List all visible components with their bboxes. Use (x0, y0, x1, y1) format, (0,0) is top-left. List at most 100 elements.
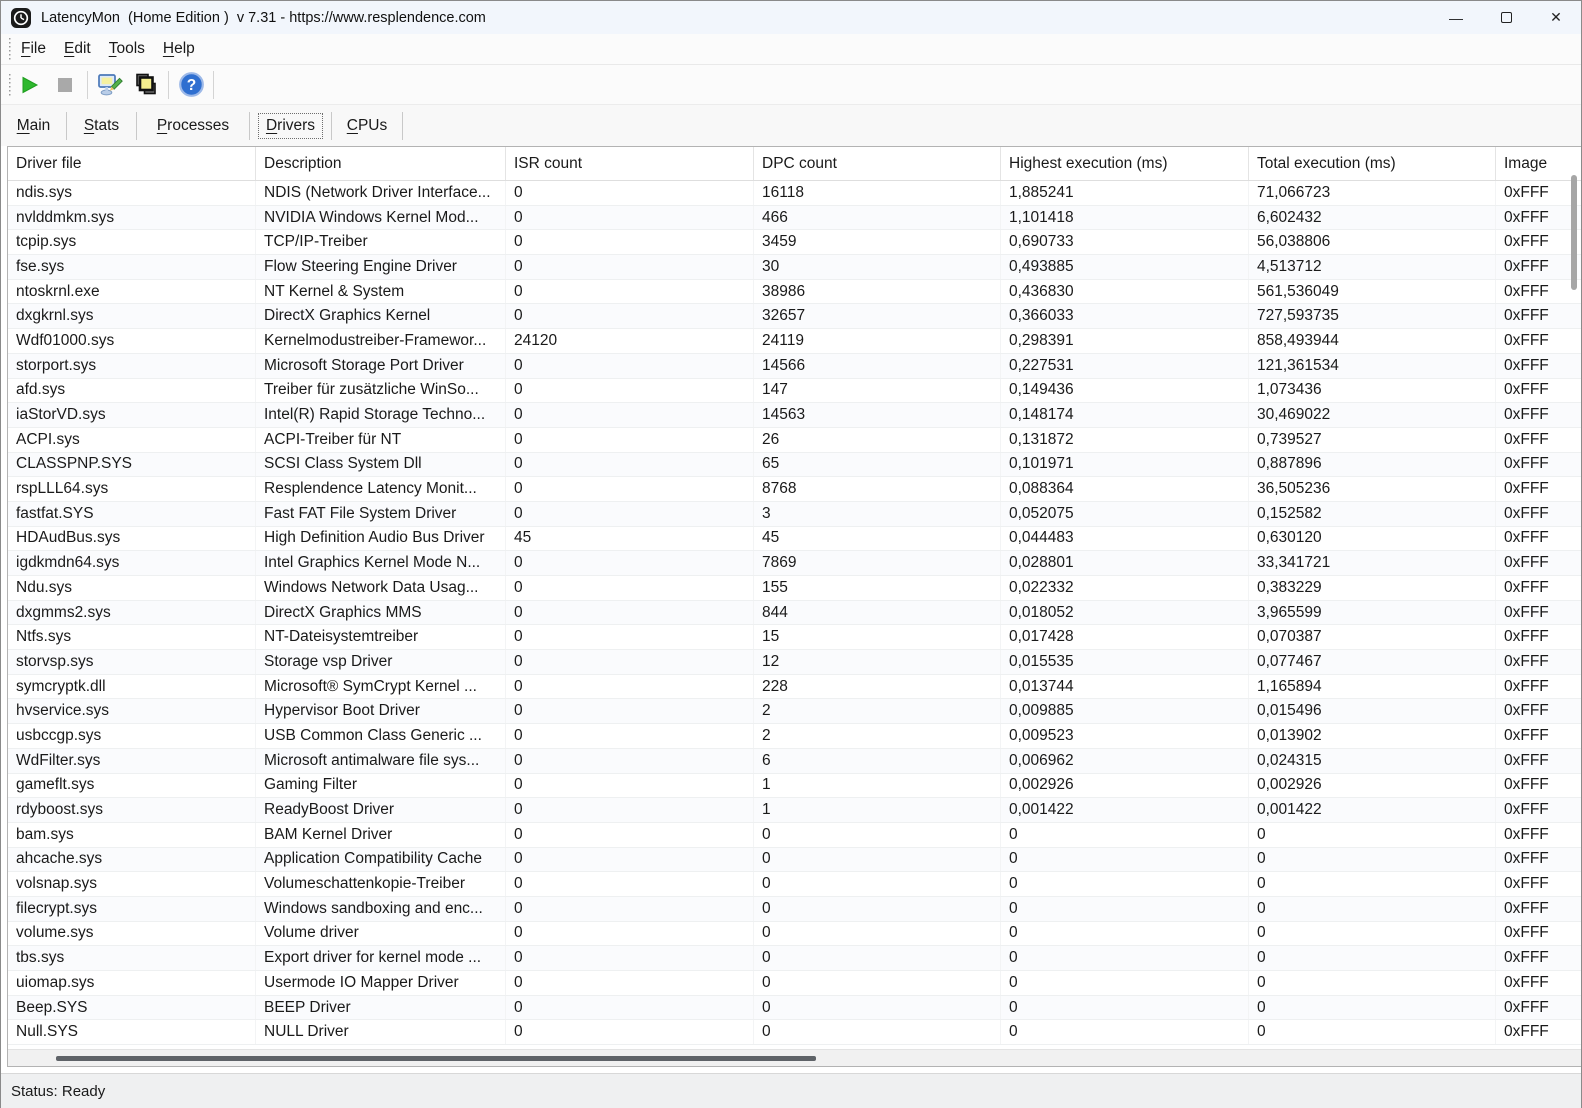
table-row[interactable]: dxgmms2.sysDirectX Graphics MMS08440,018… (8, 601, 1581, 626)
table-row[interactable]: rspLLL64.sysResplendence Latency Monit..… (8, 477, 1581, 502)
table-row[interactable]: Ntfs.sysNT-Dateisystemtreiber0150,017428… (8, 625, 1581, 650)
table-row[interactable]: volsnap.sysVolumeschattenkopie-Treiber00… (8, 872, 1581, 897)
table-row[interactable]: Null.SYSNULL Driver00000xFFF (8, 1020, 1581, 1045)
table-row[interactable]: dxgkrnl.sysDirectX Graphics Kernel032657… (8, 304, 1581, 329)
cell-total: 0 (1249, 897, 1496, 921)
horizontal-scrollbar-thumb[interactable] (56, 1056, 816, 1061)
cell-isr: 0 (506, 774, 754, 798)
cell-highest: 0 (1001, 823, 1249, 847)
table-row[interactable]: storport.sysMicrosoft Storage Port Drive… (8, 354, 1581, 379)
cell-total: 727,593735 (1249, 304, 1496, 328)
table-row[interactable]: ndis.sysNDIS (Network Driver Interface..… (8, 181, 1581, 206)
table-row[interactable]: tbs.sysExport driver for kernel mode ...… (8, 946, 1581, 971)
cell-description: Fast FAT File System Driver (256, 502, 506, 526)
vertical-scrollbar-thumb[interactable] (1571, 175, 1577, 290)
cell-file: fastfat.SYS (8, 502, 256, 526)
table-row[interactable]: tcpip.sysTCP/IP-Treiber034590,69073356,0… (8, 230, 1581, 255)
cell-dpc: 12 (754, 650, 1001, 674)
cell-description: NT-Dateisystemtreiber (256, 625, 506, 649)
table-row[interactable]: ahcache.sysApplication Compatibility Cac… (8, 848, 1581, 873)
cell-image: 0xFFF (1496, 897, 1581, 921)
cell-image: 0xFFF (1496, 551, 1581, 575)
minimize-button[interactable]: — (1431, 1, 1481, 34)
tab-drivers[interactable]: Drivers (250, 112, 332, 140)
table-row[interactable]: HDAudBus.sysHigh Definition Audio Bus Dr… (8, 527, 1581, 552)
cell-total: 0,013902 (1249, 724, 1496, 748)
cell-file: storport.sys (8, 354, 256, 378)
cell-total: 0 (1249, 1020, 1496, 1044)
table-row[interactable]: symcryptk.dllMicrosoft® SymCrypt Kernel … (8, 675, 1581, 700)
cell-image: 0xFFF (1496, 280, 1581, 304)
column-header-isr[interactable]: ISR count (506, 147, 754, 180)
table-row[interactable]: Ndu.sysWindows Network Data Usag...01550… (8, 576, 1581, 601)
column-header-image[interactable]: Image (1496, 147, 1581, 180)
horizontal-scrollbar[interactable] (8, 1049, 1581, 1066)
table-row[interactable]: rdyboost.sysReadyBoost Driver010,0014220… (8, 798, 1581, 823)
cell-file: ntoskrnl.exe (8, 280, 256, 304)
cell-isr: 0 (506, 280, 754, 304)
cell-image: 0xFFF (1496, 527, 1581, 551)
cell-dpc: 0 (754, 1020, 1001, 1044)
cell-image: 0xFFF (1496, 329, 1581, 353)
table-row[interactable]: usbccgp.sysUSB Common Class Generic ...0… (8, 724, 1581, 749)
table-row[interactable]: filecrypt.sysWindows sandboxing and enc.… (8, 897, 1581, 922)
tab-processes[interactable]: Processes (137, 112, 250, 140)
table-row[interactable]: fse.sysFlow Steering Engine Driver0300,4… (8, 255, 1581, 280)
cell-description: Flow Steering Engine Driver (256, 255, 506, 279)
start-monitor-button[interactable] (11, 69, 47, 101)
drivers-table: Driver fileDescriptionISR countDPC count… (7, 146, 1581, 1067)
table-row[interactable]: ntoskrnl.exeNT Kernel & System0389860,43… (8, 280, 1581, 305)
maximize-button[interactable] (1481, 1, 1531, 34)
table-row[interactable]: igdkmdn64.sysIntel Graphics Kernel Mode … (8, 551, 1581, 576)
menu-item-help[interactable]: Help (155, 37, 203, 61)
stop-monitor-button[interactable] (47, 69, 83, 101)
cell-description: USB Common Class Generic ... (256, 724, 506, 748)
menu-item-file[interactable]: File (13, 37, 54, 61)
help-button[interactable]: ? (173, 69, 209, 101)
table-row[interactable]: Wdf01000.sysKernelmodustreiber-Framewor.… (8, 329, 1581, 354)
tab-stats[interactable]: Stats (67, 112, 137, 140)
column-header-total[interactable]: Total execution (ms) (1249, 147, 1496, 180)
cell-file: rdyboost.sys (8, 798, 256, 822)
table-row[interactable]: WdFilter.sysMicrosoft antimalware file s… (8, 749, 1581, 774)
tab-cpus[interactable]: CPUs (332, 112, 403, 140)
cell-isr: 24120 (506, 329, 754, 353)
cell-total: 0,015496 (1249, 699, 1496, 723)
table-row[interactable]: Beep.SYSBEEP Driver00000xFFF (8, 996, 1581, 1021)
table-row[interactable]: storvsp.sysStorage vsp Driver0120,015535… (8, 650, 1581, 675)
table-row[interactable]: iaStorVD.sysIntel(R) Rapid Storage Techn… (8, 403, 1581, 428)
cell-isr: 0 (506, 428, 754, 452)
cell-isr: 0 (506, 897, 754, 921)
cell-description: Windows Network Data Usag... (256, 576, 506, 600)
copy-report-button[interactable] (128, 69, 164, 101)
cell-dpc: 14566 (754, 354, 1001, 378)
column-header-file[interactable]: Driver file (8, 147, 256, 180)
table-row[interactable]: hvservice.sysHypervisor Boot Driver020,0… (8, 699, 1581, 724)
menu-item-tools[interactable]: Tools (101, 37, 153, 61)
cell-image: 0xFFF (1496, 675, 1581, 699)
cell-isr: 0 (506, 477, 754, 501)
column-header-description[interactable]: Description (256, 147, 506, 180)
table-row[interactable]: gameflt.sysGaming Filter010,0029260,0029… (8, 774, 1581, 799)
edit-options-button[interactable] (92, 69, 128, 101)
column-header-dpc[interactable]: DPC count (754, 147, 1001, 180)
table-row[interactable]: ACPI.sysACPI-Treiber für NT0260,1318720,… (8, 428, 1581, 453)
cell-file: uiomap.sys (8, 971, 256, 995)
menu-item-edit[interactable]: Edit (56, 37, 99, 61)
table-row[interactable]: volume.sysVolume driver00000xFFF (8, 922, 1581, 947)
tab-main[interactable]: Main (1, 112, 67, 140)
cell-isr: 0 (506, 922, 754, 946)
cell-total: 0,152582 (1249, 502, 1496, 526)
table-row[interactable]: uiomap.sysUsermode IO Mapper Driver00000… (8, 971, 1581, 996)
column-header-highest[interactable]: Highest execution (ms) (1001, 147, 1249, 180)
cell-highest: 0,436830 (1001, 280, 1249, 304)
close-button[interactable]: ✕ (1531, 1, 1581, 34)
cell-total: 56,038806 (1249, 230, 1496, 254)
table-row[interactable]: nvlddmkm.sysNVIDIA Windows Kernel Mod...… (8, 206, 1581, 231)
cell-highest: 0 (1001, 922, 1249, 946)
table-row[interactable]: fastfat.SYSFast FAT File System Driver03… (8, 502, 1581, 527)
table-row[interactable]: afd.sysTreiber für zusätzliche WinSo...0… (8, 379, 1581, 404)
table-row[interactable]: bam.sysBAM Kernel Driver00000xFFF (8, 823, 1581, 848)
cell-description: Kernelmodustreiber-Framewor... (256, 329, 506, 353)
table-row[interactable]: CLASSPNP.SYSSCSI Class System Dll0650,10… (8, 453, 1581, 478)
